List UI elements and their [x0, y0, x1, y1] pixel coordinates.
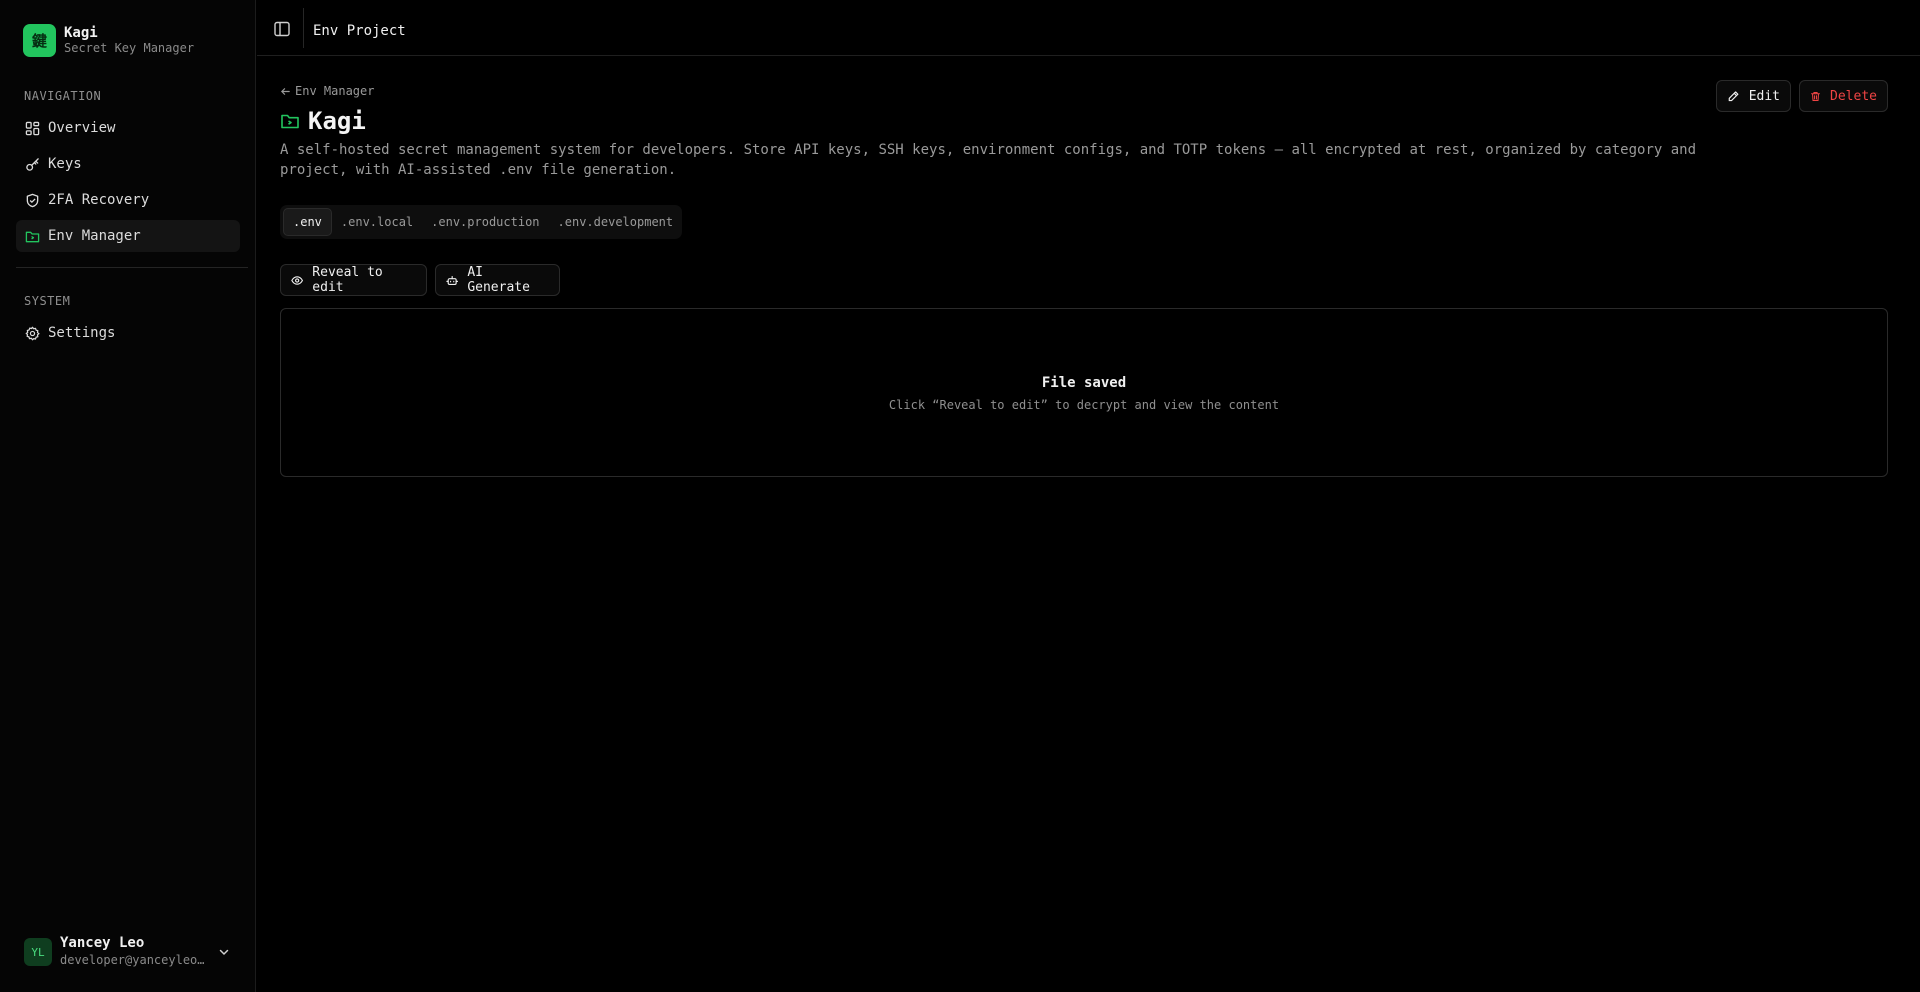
sidebar-item-label: Keys	[48, 156, 82, 172]
sidebar-divider	[16, 267, 248, 268]
app-logo: 鍵	[23, 24, 56, 57]
ai-generate-button[interactable]: AI Generate	[435, 264, 560, 296]
pencil-icon	[1728, 90, 1739, 101]
file-status-hint: Click “Reveal to edit” to decrypt and vi…	[888, 398, 1280, 412]
reveal-to-edit-button[interactable]: Reveal to edit	[280, 264, 427, 296]
page-title: Kagi	[308, 107, 366, 135]
file-status-title: File saved	[1041, 375, 1127, 391]
key-icon	[24, 156, 40, 172]
sidebar-item-label: Settings	[48, 325, 116, 341]
shield-check-icon	[24, 192, 40, 208]
folder-icon	[24, 228, 40, 244]
grid-icon	[24, 120, 40, 136]
top-header: Env Project	[257, 0, 1920, 56]
reveal-button-label: Reveal to edit	[312, 265, 383, 295]
chevron-down-icon	[219, 949, 229, 956]
back-link[interactable]: Env Manager	[280, 84, 374, 98]
sidebar-item-keys[interactable]: Keys	[16, 148, 240, 180]
back-link-label: Env Manager	[295, 84, 375, 98]
avatar: YL	[24, 938, 52, 966]
sidebar-item-env-manager[interactable]: Env Manager	[16, 220, 240, 252]
edit-button[interactable]: Edit	[1716, 80, 1791, 112]
delete-button-label: Delete	[1830, 88, 1877, 104]
page-header-title: Env Project	[313, 23, 406, 39]
sidebar-item-label: Env Manager	[48, 228, 141, 244]
system-section-label: SYSTEM	[24, 294, 71, 308]
eye-icon	[291, 275, 304, 285]
app-name: Kagi	[64, 24, 98, 41]
sidebar: 鍵 Kagi Secret Key Manager NAVIGATION Ove…	[0, 0, 256, 992]
ai-generate-label: AI Generate	[467, 265, 530, 295]
trash-icon	[1811, 91, 1820, 101]
bot-icon	[446, 275, 459, 285]
sidebar-item-label: Overview	[48, 120, 116, 136]
edit-button-label: Edit	[1748, 88, 1780, 104]
tab-env-local[interactable]: .env.local	[332, 208, 422, 236]
sidebar-toggle-icon[interactable]	[273, 20, 291, 38]
title-row: Kagi	[280, 107, 366, 135]
user-name: Yancey Leo	[60, 935, 145, 951]
sidebar-item-label: 2FA Recovery	[48, 192, 150, 208]
header-separator	[303, 8, 304, 48]
arrow-left-icon	[280, 87, 290, 95]
sidebar-item-2fa-recovery[interactable]: 2FA Recovery	[16, 184, 240, 216]
tab-env-production[interactable]: .env.production	[422, 208, 548, 236]
tab-env-development[interactable]: .env.development	[549, 208, 683, 236]
user-email: developer@yanceyleo.com	[60, 953, 208, 967]
delete-button[interactable]: Delete	[1799, 80, 1888, 112]
nav-section-label: NAVIGATION	[24, 89, 102, 103]
tab-env[interactable]: .env	[283, 208, 332, 236]
folder-icon	[281, 114, 299, 129]
sidebar-item-settings[interactable]: Settings	[16, 317, 240, 349]
gear-icon	[24, 325, 40, 341]
env-file-tabs: .env .env.local .env.production .env.dev…	[280, 205, 682, 239]
project-description: A self-hosted secret management system f…	[280, 142, 1697, 178]
sidebar-item-overview[interactable]: Overview	[16, 112, 240, 144]
user-menu[interactable]: YL Yancey Leo developer@yanceyleo.com	[16, 932, 240, 972]
app-subtitle: Secret Key Manager	[64, 40, 195, 55]
env-content-panel: File saved Click “Reveal to edit” to dec…	[280, 308, 1888, 477]
brand[interactable]: 鍵 Kagi Secret Key Manager	[23, 24, 194, 57]
